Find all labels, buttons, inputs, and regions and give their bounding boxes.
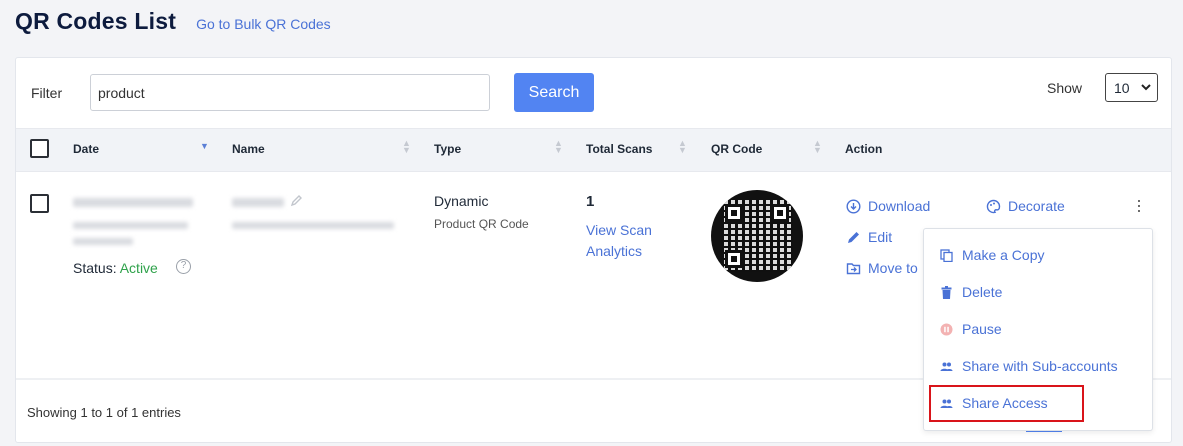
column-type[interactable]: Type: [434, 142, 461, 156]
menu-item-delete[interactable]: Delete: [940, 284, 1002, 300]
redacted-url: [232, 222, 394, 229]
status-badge: Active: [119, 260, 158, 276]
column-date[interactable]: Date: [73, 142, 99, 156]
menu-item-label: Share with Sub-accounts: [962, 358, 1118, 374]
page-title: QR Codes List: [15, 8, 177, 34]
column-action: Action: [845, 142, 883, 156]
column-total-scans[interactable]: Total Scans: [586, 142, 652, 156]
pencil-icon[interactable]: [290, 194, 303, 207]
status-label: Status:: [73, 260, 117, 276]
row-checkbox[interactable]: [30, 194, 49, 213]
sort-icon[interactable]: ▲ ▼: [813, 139, 822, 155]
menu-item-label: Make a Copy: [962, 247, 1045, 263]
menu-item-label: Delete: [962, 284, 1003, 300]
users-icon: [940, 362, 953, 371]
menu-item-make-a-copy[interactable]: Make a Copy: [940, 247, 1044, 263]
qr-finder: [725, 204, 743, 222]
search-button[interactable]: Search: [514, 73, 594, 112]
trash-icon: [941, 285, 952, 299]
qr-type: Dynamic: [434, 193, 489, 209]
share-access-highlight: [929, 385, 1084, 422]
qr-finder: [725, 250, 743, 268]
sort-desc-icon[interactable]: ▼: [200, 142, 209, 151]
select-all-checkbox[interactable]: [30, 139, 49, 158]
column-name[interactable]: Name: [232, 142, 265, 156]
edit-action[interactable]: Edit: [846, 229, 892, 245]
filter-input[interactable]: [90, 74, 490, 111]
sort-icon[interactable]: ▲ ▼: [554, 139, 563, 155]
show-label: Show: [1047, 80, 1083, 96]
download-label: Download: [868, 198, 931, 214]
show-entries-select[interactable]: 10: [1105, 73, 1158, 102]
total-scans-value: 1: [586, 193, 595, 210]
table-header: Date ▼ Name ▲ ▼ Type ▲ ▼ Total Scans ▲ ▼ QR…: [16, 128, 1171, 172]
sort-icon[interactable]: ▲ ▼: [402, 139, 411, 155]
more-options-icon[interactable]: · · ·: [1136, 191, 1142, 219]
qr-finder: [771, 204, 789, 222]
column-qr-code[interactable]: QR Code: [711, 142, 762, 156]
redacted-created: [73, 222, 188, 229]
download-action[interactable]: Download: [846, 198, 930, 214]
view-scan-analytics-link[interactable]: View Scan Analytics: [586, 220, 676, 262]
decorate-label: Decorate: [1008, 198, 1065, 214]
menu-item-pause[interactable]: Pause: [940, 321, 1002, 337]
entries-info: Showing 1 to 1 of 1 entries: [27, 405, 181, 420]
qr-code-image[interactable]: [711, 190, 803, 282]
redacted-date: [73, 198, 193, 207]
pencil-icon: [848, 231, 859, 243]
filter-label: Filter: [31, 85, 63, 101]
move-to-action[interactable]: Move to: [846, 260, 918, 276]
download-icon: [846, 198, 861, 214]
move-to-label: Move to: [868, 260, 918, 276]
page-header: QR Codes List Go to Bulk QR Codes: [15, 8, 331, 35]
edit-label: Edit: [868, 229, 893, 245]
menu-item-share-sub-accounts[interactable]: Share with Sub-accounts: [940, 358, 1118, 374]
pause-icon: [940, 323, 953, 335]
bulk-qr-codes-link[interactable]: Go to Bulk QR Codes: [196, 16, 331, 32]
folder-move-icon: [846, 262, 861, 274]
show-entries-value: 10: [1114, 79, 1130, 96]
status-text: Status: Active: [73, 260, 158, 276]
help-icon[interactable]: ?: [176, 259, 191, 274]
qr-type-sub: Product QR Code: [434, 217, 529, 231]
chevron-down-icon: [1141, 84, 1151, 91]
decorate-action[interactable]: Decorate: [986, 198, 1065, 214]
copy-icon: [940, 248, 953, 262]
filter-row: Filter Search Show 10: [16, 58, 1171, 128]
redacted-time: [73, 238, 133, 245]
sort-icon[interactable]: ▲ ▼: [678, 139, 687, 155]
menu-item-label: Pause: [962, 321, 1002, 337]
redacted-name: [232, 198, 284, 207]
palette-icon: [986, 199, 1001, 213]
